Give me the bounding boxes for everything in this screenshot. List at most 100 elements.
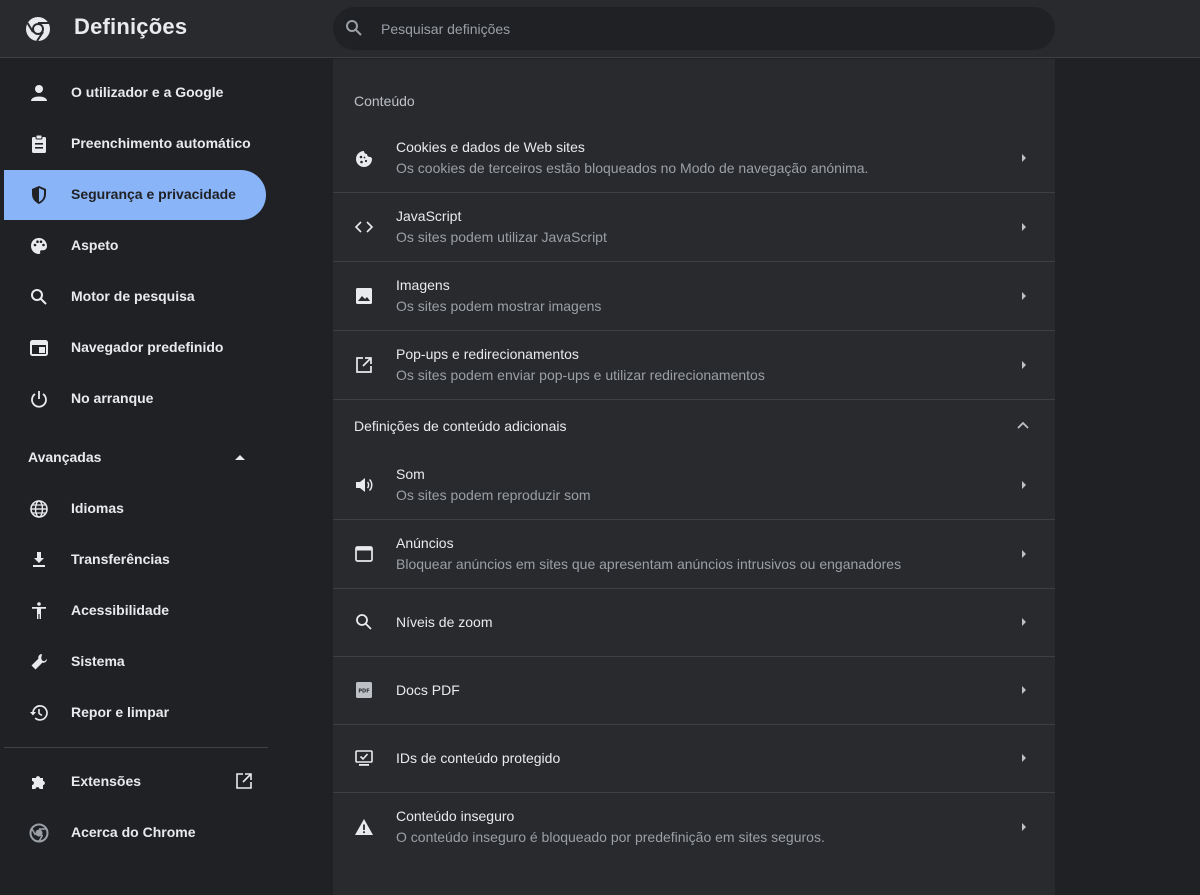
svg-text:PDF: PDF [358, 689, 369, 695]
sidebar-item-label: Preenchimento automático [71, 135, 251, 151]
browser-icon [29, 338, 49, 358]
sidebar-item-label: Sistema [71, 653, 125, 669]
setting-row-pdf[interactable]: PDF Docs PDF [333, 656, 1055, 725]
sidebar-item-label: Repor e limpar [71, 704, 170, 720]
setting-row-sound[interactable]: Som Os sites podem reproduzir som [333, 450, 1055, 520]
sidebar-item-user-google[interactable]: O utilizador e a Google [4, 68, 266, 118]
image-icon [354, 286, 374, 306]
sidebar-item-about-chrome[interactable]: Acerca do Chrome [4, 808, 266, 858]
advanced-section-toggle[interactable]: Avançadas [4, 439, 266, 475]
chevron-right-icon [1019, 222, 1029, 232]
pdf-icon: PDF [354, 680, 374, 700]
chrome-icon [29, 823, 49, 843]
sidebar-item-label: Acerca do Chrome [71, 824, 196, 840]
chevron-right-icon [1019, 480, 1029, 490]
person-icon [29, 83, 49, 103]
sidebar-item-label: Segurança e privacidade [71, 186, 236, 202]
globe-icon [29, 499, 49, 519]
setting-title: Níveis de zoom [396, 614, 493, 630]
setting-title: Som [396, 466, 425, 482]
setting-row-cookies[interactable]: Cookies e dados de Web sites Os cookies … [333, 123, 1055, 193]
sidebar-item-downloads[interactable]: Transferências [4, 535, 266, 585]
sidebar-item-reset[interactable]: Repor e limpar [4, 688, 266, 738]
advanced-section-label: Avançadas [28, 449, 102, 465]
setting-subtitle: Os sites podem reproduzir som [396, 487, 591, 503]
chevron-right-icon [1019, 685, 1029, 695]
sidebar-item-security-privacy[interactable]: Segurança e privacidade [4, 170, 266, 220]
setting-row-ads[interactable]: Anúncios Bloquear anúncios em sites que … [333, 519, 1055, 589]
sidebar: O utilizador e a Google Preenchimento au… [0, 59, 333, 895]
chevron-right-icon [1019, 617, 1029, 627]
setting-title: Imagens [396, 277, 450, 293]
setting-title: Cookies e dados de Web sites [396, 139, 585, 155]
chevron-right-icon [1019, 153, 1029, 163]
sidebar-item-on-startup[interactable]: No arranque [4, 374, 266, 424]
accessibility-icon [29, 601, 49, 621]
sidebar-item-search-engine[interactable]: Motor de pesquisa [4, 272, 266, 322]
setting-subtitle: Os sites podem mostrar imagens [396, 298, 602, 314]
sidebar-item-label: Aspeto [71, 237, 119, 253]
sidebar-item-system[interactable]: Sistema [4, 637, 266, 687]
warning-icon [354, 817, 374, 837]
section-title-additional: Definições de conteúdo adicionais [354, 418, 567, 434]
sidebar-item-label: Acessibilidade [71, 602, 170, 618]
setting-row-protected-content[interactable]: IDs de conteúdo protegido [333, 724, 1055, 793]
sidebar-item-label: O utilizador e a Google [71, 84, 224, 100]
setting-title: Pop-ups e redirecionamentos [396, 346, 579, 362]
chevron-right-icon [1019, 753, 1029, 763]
setting-title: JavaScript [396, 208, 462, 224]
setting-title: IDs de conteúdo protegido [396, 750, 561, 766]
zoom-icon [354, 612, 374, 632]
chevron-up-icon[interactable] [1016, 420, 1030, 430]
sidebar-item-label: Motor de pesquisa [71, 288, 195, 304]
setting-subtitle: Os sites podem enviar pop-ups e utilizar… [396, 367, 765, 383]
setting-row-insecure-content[interactable]: Conteúdo inseguro O conteúdo inseguro é … [333, 792, 1055, 862]
clipboard-icon [29, 134, 49, 154]
content-settings-panel: Conteúdo Cookies e dados de Web sites Os… [333, 59, 1055, 895]
sidebar-item-label: No arranque [71, 390, 154, 406]
setting-row-zoom[interactable]: Níveis de zoom [333, 588, 1055, 657]
sidebar-item-appearance[interactable]: Aspeto [4, 221, 266, 271]
chevron-right-icon [1019, 291, 1029, 301]
sidebar-item-default-browser[interactable]: Navegador predefinido [4, 323, 266, 373]
ads-icon [354, 544, 374, 564]
puzzle-icon [29, 772, 49, 792]
sidebar-item-languages[interactable]: Idiomas [4, 484, 266, 534]
code-icon [354, 217, 374, 237]
open-external-icon [354, 355, 374, 375]
setting-title: Docs PDF [396, 682, 460, 698]
setting-subtitle: Bloquear anúncios em sites que apresenta… [396, 556, 902, 572]
setting-title: Anúncios [396, 535, 454, 551]
section-title-content: Conteúdo [354, 93, 415, 109]
search-icon [345, 19, 363, 37]
download-icon [29, 550, 49, 570]
sidebar-item-label: Navegador predefinido [71, 339, 224, 355]
chevron-right-icon [1019, 822, 1029, 832]
search-input[interactable] [381, 7, 1031, 50]
sidebar-divider [4, 747, 268, 748]
sidebar-item-label: Extensões [71, 773, 142, 789]
setting-row-javascript[interactable]: JavaScript Os sites podem utilizar JavaS… [333, 192, 1055, 262]
sidebar-item-extensions[interactable]: Extensões [4, 757, 266, 807]
sidebar-item-accessibility[interactable]: Acessibilidade [4, 586, 266, 636]
search-box[interactable] [333, 7, 1055, 50]
sidebar-item-autofill[interactable]: Preenchimento automático [4, 119, 266, 169]
page-title: Definições [74, 14, 188, 39]
wrench-icon [29, 652, 49, 672]
power-icon [29, 389, 49, 409]
setting-title: Conteúdo inseguro [396, 808, 515, 824]
setting-subtitle: Os sites podem utilizar JavaScript [396, 229, 607, 245]
chevron-right-icon [1019, 360, 1029, 370]
chrome-logo-icon [25, 16, 51, 42]
settings-header: Definições [0, 0, 1200, 58]
setting-subtitle: Os cookies de terceiros estão bloqueados… [396, 160, 869, 176]
speaker-icon [354, 475, 374, 495]
sidebar-item-label: Transferências [71, 551, 170, 567]
restore-icon [29, 703, 49, 723]
palette-icon [29, 236, 49, 256]
setting-row-images[interactable]: Imagens Os sites podem mostrar imagens [333, 261, 1055, 331]
search-icon [29, 287, 49, 307]
setting-row-popups[interactable]: Pop-ups e redirecionamentos Os sites pod… [333, 330, 1055, 400]
cookie-icon [354, 149, 374, 169]
sidebar-item-label: Idiomas [71, 500, 124, 516]
